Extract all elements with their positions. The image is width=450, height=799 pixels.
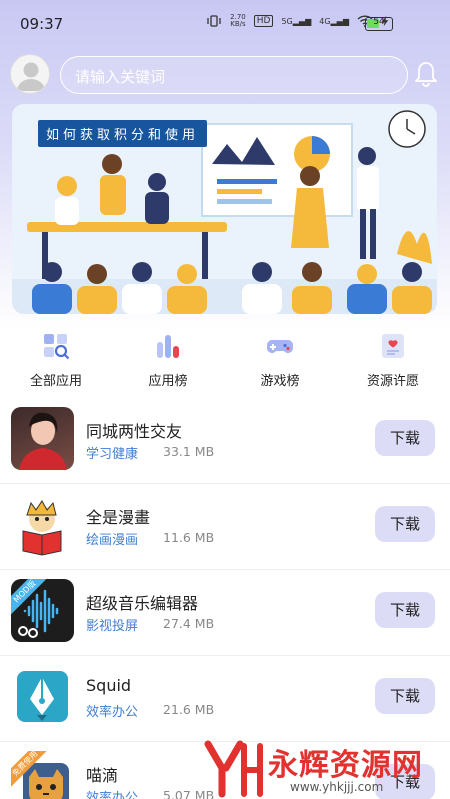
list-item[interactable]: Squid 效率办公 21.6 MB 下载 [0, 656, 450, 742]
list-item[interactable]: 同城两性交友 学习健康 33.1 MB 下载 [0, 398, 450, 484]
category-all-apps[interactable]: 全部应用 [6, 332, 106, 392]
portrait-photo-icon [11, 407, 74, 470]
user-avatar-icon [17, 62, 45, 91]
app-category: 学习健康 [86, 447, 139, 462]
watermark-url: www.yhkjjj.com [290, 780, 384, 794]
app-name: 全是漫畫 [86, 508, 151, 527]
app-category: 效率办公 [86, 791, 139, 799]
search-placeholder: 请输入关键词 [75, 68, 166, 86]
comic-reader-icon [11, 493, 74, 556]
download-button[interactable]: 下载 [375, 420, 435, 456]
vibrate-icon [207, 15, 221, 27]
app-name: 超级音乐编辑器 [86, 594, 199, 613]
category-label: 全部应用 [29, 374, 82, 389]
bar-chart-icon [157, 335, 179, 358]
promo-banner[interactable]: 如何获取积分和使用 [12, 104, 437, 314]
app-name: 喵滴 [86, 766, 119, 785]
app-size: 33.1 MB [163, 444, 215, 459]
banner-title: 如何获取积分和使用 [38, 120, 208, 147]
watermark: 永辉资源网 www.yhkjjj.com [200, 740, 450, 799]
search-input[interactable]: 请输入关键词 [60, 56, 408, 94]
app-size: 21.6 MB [163, 702, 215, 717]
category-resource-wish[interactable]: 资源许愿 [343, 332, 443, 392]
app-size: 11.6 MB [163, 530, 215, 545]
audio-wave-scissors-icon: MOD版 [11, 579, 74, 642]
app-category: 绘画漫画 [86, 533, 139, 548]
list-item[interactable]: 全是漫畫 绘画漫画 11.6 MB 下载 [0, 484, 450, 570]
list-item[interactable]: MOD版 超级音乐编辑器 影视投屏 27.4 MB 下载 [0, 570, 450, 656]
bell-icon[interactable] [414, 60, 438, 88]
download-button[interactable]: 下载 [375, 506, 435, 542]
app-list: 同城两性交友 学习健康 33.1 MB 下载 全是漫畫 绘画漫画 11.6 MB… [0, 398, 450, 799]
app-size: 27.4 MB [163, 616, 215, 631]
category-game-ranking[interactable]: 游戏榜 [230, 332, 330, 392]
watermark-text: 永辉资源网 [268, 748, 423, 783]
category-label: 资源许愿 [366, 374, 419, 389]
signal-5g-icon: 5G▂▄▆ [281, 16, 312, 26]
category-label: 应用榜 [148, 374, 188, 389]
status-time: 09:37 [20, 15, 64, 33]
gamepad-icon [267, 340, 293, 353]
status-icons: 2.70 KB/s HD 5G▂▄▆ 4G▂▄▆ [206, 14, 390, 28]
signal-4g-icon: 4G▂▄▆ [319, 16, 349, 26]
category-nav: 全部应用 应用榜 游戏榜 资源许愿 [0, 332, 450, 392]
app-name: 同城两性交友 [86, 422, 183, 441]
app-name: Squid [86, 676, 132, 695]
grid-search-icon [44, 334, 70, 360]
status-bar: 09:37 2.70 KB/s HD 5G▂▄▆ 4G▂▄▆ 54 [0, 0, 450, 48]
heart-card-icon [382, 334, 404, 358]
download-button[interactable]: 下载 [375, 678, 435, 714]
watermark-logo-icon [204, 740, 263, 798]
download-button[interactable]: 下载 [375, 592, 435, 628]
category-app-ranking[interactable]: 应用榜 [118, 332, 218, 392]
category-label: 游戏榜 [260, 374, 300, 389]
pen-nib-icon [11, 665, 74, 728]
cat-face-icon: 免费使用 [11, 751, 74, 799]
app-category: 影视投屏 [86, 619, 139, 634]
battery-icon: 54 [365, 17, 393, 31]
hd-icon: HD [253, 15, 274, 27]
app-category: 效率办公 [86, 705, 139, 720]
net-speed: 2.70 KB/s [230, 13, 246, 28]
avatar[interactable] [10, 54, 50, 94]
